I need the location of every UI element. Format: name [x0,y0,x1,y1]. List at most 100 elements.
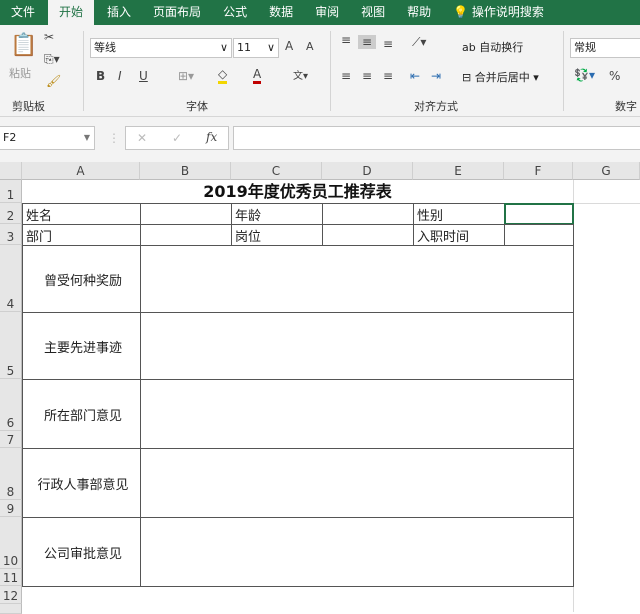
align-bottom-icon[interactable]: ≡ [383,37,393,51]
align-center-icon[interactable]: ≡ [362,69,372,83]
company-opinion-value-cell[interactable] [140,517,574,587]
enter-icon[interactable]: ✓ [172,131,182,145]
awards-value-cell[interactable] [140,245,574,313]
phonetic-icon[interactable]: 文▾ [293,67,308,82]
tab-home[interactable]: 开始 [48,0,95,25]
align-middle-icon[interactable]: ≡ [358,35,377,49]
cut-icon[interactable]: ✂ [44,30,54,44]
grow-font-button[interactable]: A [285,39,293,53]
merge-center-button[interactable]: ⊟ 合并后居中 ▾ [462,69,539,85]
deeds-label-cell[interactable]: 主要先进事迹 [22,312,141,380]
more-icon: ⋮ [108,131,120,145]
row-header-7[interactable]: 7 [0,431,22,448]
font-color-button[interactable]: A [253,67,262,84]
tab-page-layout[interactable]: 页面布局 [142,0,212,25]
dept-opinion-label-cell[interactable]: 所在部门意见 [22,379,141,449]
font-size-select[interactable]: 11 ∨ [233,38,279,58]
row-header-8[interactable]: 8 [0,448,22,500]
column-header-c[interactable]: C [231,162,322,180]
tab-insert[interactable]: 插入 [96,0,142,25]
row-header-9[interactable]: 9 [0,500,22,517]
tab-review[interactable]: 审阅 [304,0,350,25]
tab-formulas[interactable]: 公式 [212,0,258,25]
tab-file[interactable]: 文件 [0,0,46,25]
font-name-select[interactable]: 等线 ∨ [90,38,232,58]
column-header-f[interactable]: F [504,162,573,180]
name-box[interactable]: F2 ▼ [0,126,95,150]
accounting-format-icon[interactable]: 💱▾ [574,68,595,82]
number-format-select[interactable]: 常规 [570,38,640,58]
row-header-10[interactable]: 10 [0,517,22,569]
bold-button[interactable]: B [96,69,105,83]
align-top-icon[interactable]: ≡ [341,33,351,47]
tab-view[interactable]: 视图 [350,0,396,25]
gender-value-cell-selected[interactable] [504,203,574,225]
deeds-value-cell[interactable] [140,312,574,380]
row-header-13[interactable] [0,604,22,614]
tell-me-search[interactable]: 💡 操作说明搜索 [442,0,555,25]
shrink-font-button[interactable]: A [306,40,314,53]
cancel-icon[interactable]: ✕ [137,131,147,145]
lightbulb-icon: 💡 [453,5,469,19]
column-header-b[interactable]: B [140,162,231,180]
worksheet-grid[interactable]: A B C D E F G 1 2 3 4 5 6 7 8 9 10 11 12… [0,162,640,614]
align-right-icon[interactable]: ≡ [383,69,393,83]
number-group-label: 数字 [615,100,637,113]
copy-icon[interactable]: ⎘▾ [44,52,60,67]
awards-label-cell[interactable]: 曾受何种奖励 [22,245,141,313]
age-label-cell[interactable]: 年龄 [231,203,323,225]
hr-opinion-label-cell[interactable]: 行政人事部意见 [22,448,141,518]
row-header-6[interactable]: 6 [0,379,22,431]
column-header-g[interactable]: G [573,162,640,180]
italic-button[interactable]: I [118,69,122,83]
orientation-icon[interactable]: ⟋▾ [412,35,426,50]
column-header-d[interactable]: D [322,162,413,180]
company-opinion-label-cell[interactable]: 公司审批意见 [22,517,141,587]
format-painter-icon[interactable]: 🖌 [46,74,61,88]
name-label-cell[interactable]: 姓名 [22,203,141,225]
name-value-cell[interactable] [140,203,232,225]
clipboard-group-label: 剪贴板 [12,100,45,113]
row-header-5[interactable]: 5 [0,312,22,379]
row-header-4[interactable]: 4 [0,245,22,312]
ribbon: 📋 粘贴 ✂ ⎘▾ 🖌 剪贴板 等线 ∨ 11 ∨ A A B I U ⊞▾ ◇ A… [0,25,640,117]
row-header-2[interactable]: 2 [0,203,22,224]
hr-opinion-value-cell[interactable] [140,448,574,518]
row-header-3[interactable]: 3 [0,224,22,245]
dept-opinion-value-cell[interactable] [140,379,574,449]
row-header-12[interactable]: 12 [0,586,22,604]
position-label-cell[interactable]: 岗位 [231,224,323,246]
insert-function-button[interactable]: fx [206,130,217,144]
wrap-icon: ab [462,41,480,54]
dept-label-cell[interactable]: 部门 [22,224,141,246]
column-header-e[interactable]: E [413,162,504,180]
increase-indent-icon[interactable]: ⇥ [431,69,441,83]
decrease-indent-icon[interactable]: ⇤ [410,69,420,83]
age-value-cell[interactable] [322,203,414,225]
fill-color-icon[interactable]: ◇ [218,67,228,84]
percent-button[interactable]: % [609,69,620,83]
border-icon[interactable]: ⊞▾ [178,69,194,83]
select-all-button[interactable] [0,162,22,180]
row-header-11[interactable]: 11 [0,569,22,586]
dept-value-cell[interactable] [140,224,232,246]
position-value-cell[interactable] [322,224,414,246]
align-left-icon[interactable]: ≡ [341,69,351,83]
hire-date-value-cell[interactable] [504,224,574,246]
font-group-label: 字体 [186,100,208,113]
tab-help[interactable]: 帮助 [396,0,442,25]
merge-icon: ⊟ [462,71,475,84]
underline-button[interactable]: U [139,69,148,83]
sheet-title-cell[interactable]: 2019年度优秀员工推荐表 [22,180,573,203]
hire-date-label-cell[interactable]: 入职时间 [413,224,505,246]
tab-data[interactable]: 数据 [258,0,304,25]
paste-button[interactable]: 粘贴 [9,65,31,81]
alignment-group-label: 对齐方式 [414,100,458,113]
row-header-1[interactable]: 1 [0,180,22,203]
paste-icon[interactable]: 📋 [10,33,37,58]
gender-label-cell[interactable]: 性别 [413,203,505,225]
wrap-text-button[interactable]: ab 自动换行 [462,39,523,55]
formula-input[interactable] [233,126,640,150]
formula-bar: F2 ▼ ⋮ ✕ ✓ fx [0,117,640,162]
column-header-a[interactable]: A [22,162,140,180]
